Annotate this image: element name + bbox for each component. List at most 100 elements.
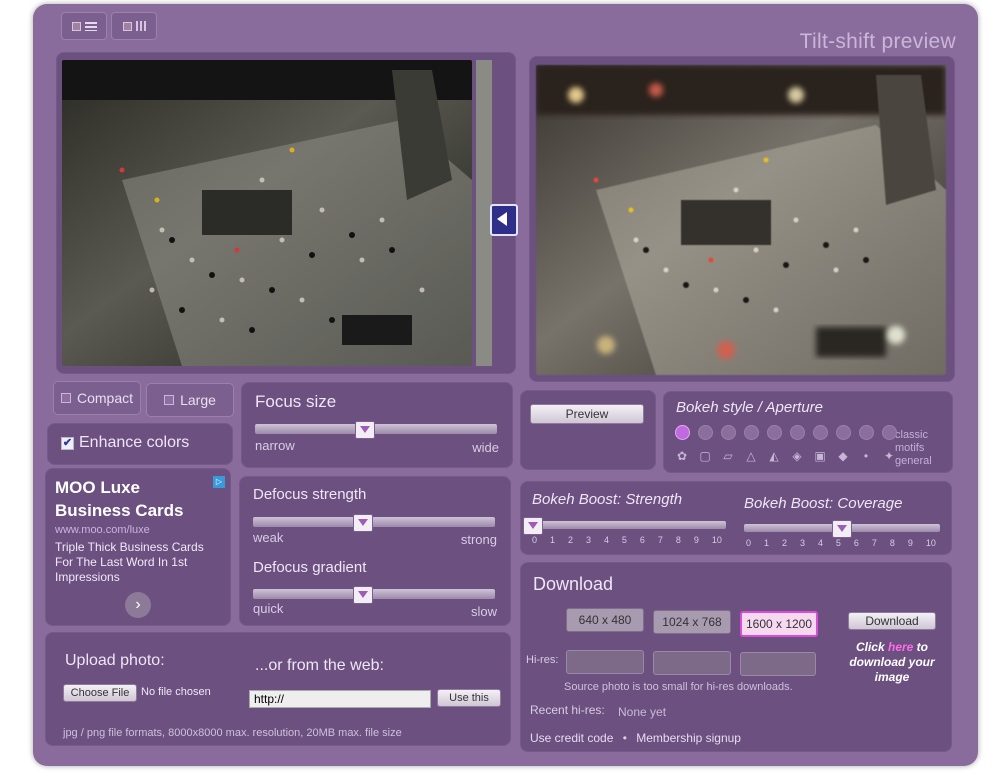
preview-button[interactable]: Preview [530,404,644,424]
bokeh-row-label: classic [895,429,929,441]
focus-size-panel: Focus size narrow wide [241,382,513,468]
size-1024-button[interactable]: 1024 x 768 [653,610,731,634]
bokeh-aperture-option[interactable] [836,425,851,440]
large-checkbox-icon [164,395,175,405]
ad-title-line2[interactable]: Business Cards [55,501,184,521]
bokeh-motif-option-icon[interactable]: ▣ [813,449,827,463]
enhance-colors-checkbox[interactable]: ✔ [61,437,74,450]
defocus-strength-label: Defocus strength [253,486,367,503]
hires-label: Hi-res: [526,654,559,666]
large-button[interactable]: Large [146,383,234,417]
download-panel: Download 640 x 480 1024 x 768 1600 x 120… [520,562,952,752]
cta-here-link[interactable]: here [888,640,913,654]
preview-photo-panel [529,56,955,382]
download-links: Use credit code • Membership signup [530,731,741,745]
defocus-strength-track[interactable] [253,517,495,527]
tick-label: 10 [925,538,936,548]
defocus-panel: Defocus strength weak strong Defocus gra… [239,476,511,626]
bokeh-aperture-option[interactable] [721,425,736,440]
size-640-button[interactable]: 640 x 480 [566,608,644,632]
url-input[interactable] [249,690,431,708]
bars-icon [135,21,146,31]
bokeh-motif-option-icon[interactable]: ✿ [675,449,689,463]
ad-body: Triple Thick Business Cards For The Last… [55,540,204,584]
bokeh-aperture-option[interactable] [790,425,805,440]
tick-label: 1 [549,535,555,545]
size-1600-button[interactable]: 1600 x 1200 [740,611,818,637]
tilt-shift-app: Tilt-shift preview Compact Large ✔ Enhan… [33,4,978,766]
hires-slot-1 [566,650,644,674]
recent-hires-value: None yet [618,705,667,719]
defocus-strength-thumb[interactable] [352,514,373,532]
bokeh-motif-option-icon[interactable]: ✦ [882,449,896,463]
collapse-arrow-icon[interactable] [490,204,518,236]
compact-label: Compact [76,390,134,406]
ad-next-arrow-icon[interactable]: › [125,592,151,618]
bokeh-aperture-option[interactable] [859,425,874,440]
focus-size-thumb[interactable] [354,421,375,439]
focus-size-label: Focus size [255,392,337,411]
compact-button[interactable]: Compact [53,381,141,415]
ad-url[interactable]: www.moo.com/luxe [55,524,150,536]
no-file-chosen: No file chosen [141,686,211,698]
tick-label: 9 [693,535,699,545]
download-button[interactable]: Download [848,612,936,630]
use-credit-code-link[interactable]: Use credit code [530,731,613,745]
use-this-button[interactable]: Use this [437,689,501,707]
bokeh-style-title: Bokeh style / Aperture [676,399,824,416]
ad-panel: MOO Luxe Business Cards www.moo.com/luxe… [45,468,231,626]
tick-label: 5 [621,535,627,545]
tick-label: 7 [871,538,877,548]
adchoices-icon[interactable]: ▷ [213,476,225,488]
download-title: Download [533,574,614,594]
tick-label: 0 [532,535,538,545]
tilt-shift-preview-photo [536,65,946,375]
bokeh-aperture-option[interactable] [813,425,828,440]
membership-signup-link[interactable]: Membership signup [636,731,741,745]
defocus-strength-min-label: weak [253,530,284,545]
bokeh-aperture-option[interactable] [675,425,690,440]
defocus-gradient-track[interactable] [253,589,495,599]
tick-label: 2 [567,535,573,545]
bokeh-motif-option-icon[interactable]: ▢ [698,449,712,463]
bokeh-motif-option-icon[interactable]: ◆ [836,449,850,463]
recent-hires-label: Recent hi-res: [530,703,605,717]
hires-slot-3 [740,652,816,676]
original-photo-image [62,60,472,366]
large-label: Large [180,392,216,408]
boost-coverage-thumb[interactable] [832,520,852,538]
bokeh-row-label: general [895,455,932,467]
enhance-colors-panel: ✔ Enhance colors [47,423,233,465]
defocus-gradient-thumb[interactable] [352,586,373,604]
ad-title-line1[interactable]: MOO Luxe [55,478,140,498]
tick-label: 4 [817,538,823,548]
view-mode-button-columns[interactable] [111,12,157,40]
focus-size-min-label: narrow [255,438,295,453]
bokeh-motif-option-icon[interactable]: ▱ [721,449,735,463]
boost-strength-thumb[interactable] [523,517,543,535]
bokeh-aperture-option[interactable] [744,425,759,440]
tick-label: 6 [639,535,645,545]
view-mode-button-list[interactable] [61,12,107,40]
choose-file-button[interactable]: Choose File [63,684,137,702]
tick-label: 2 [781,538,787,548]
bokeh-motif-option-icon[interactable]: ◈ [790,449,804,463]
enhance-colors-label: Enhance colors [79,434,190,451]
tick-label: 0 [746,538,752,548]
bokeh-motif-option-icon[interactable]: ◭ [767,449,781,463]
bokeh-motif-option-icon[interactable]: △ [744,449,758,463]
bokeh-aperture-option[interactable] [698,425,713,440]
original-photo[interactable] [62,60,472,366]
compact-checkbox-icon [60,393,71,403]
bokeh-aperture-option[interactable] [882,425,897,440]
tick-label: 7 [657,535,663,545]
bokeh-aperture-option[interactable] [767,425,782,440]
cta-text-1: Click [855,640,888,654]
bokeh-motif-option-icon[interactable]: • [859,449,873,463]
boost-strength-track[interactable] [530,521,726,529]
focus-size-track[interactable] [255,424,497,434]
bokeh-boost-panel: Bokeh Boost: Strength 0 1 2 3 4 5 6 7 8 9 10 Bokeh… [520,481,952,555]
defocus-gradient-max-label: slow [470,604,497,619]
list-icon [84,21,97,31]
original-photo-panel [56,52,518,374]
